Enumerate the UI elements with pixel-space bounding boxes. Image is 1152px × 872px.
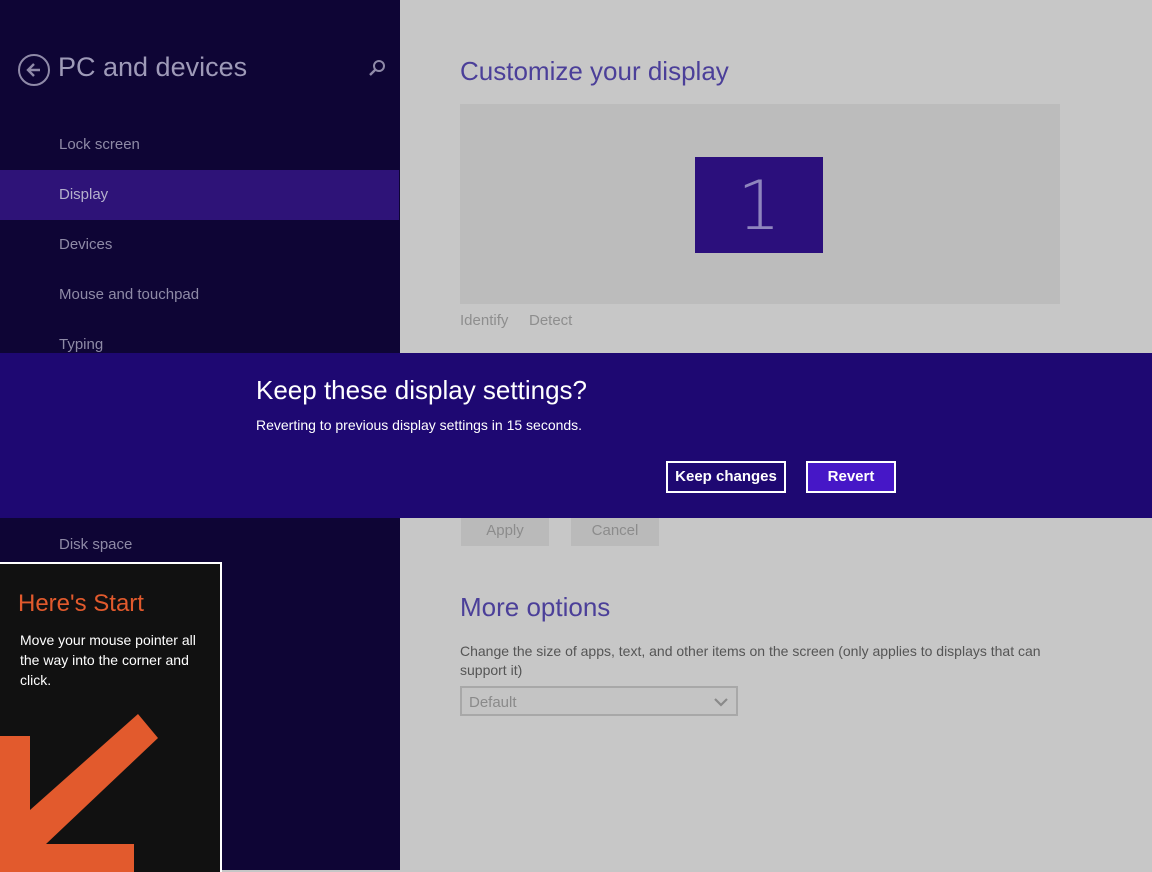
sidebar-item-mouse-and-touchpad[interactable]: Mouse and touchpad bbox=[0, 270, 399, 320]
chevron-down-icon bbox=[714, 698, 728, 707]
size-dropdown[interactable]: Default bbox=[460, 686, 738, 716]
monitor-arrangement-area: 1 bbox=[460, 104, 1060, 304]
apply-button[interactable]: Apply bbox=[461, 516, 549, 546]
sidebar-item-devices[interactable]: Devices bbox=[0, 220, 399, 270]
pane-title: PC and devices bbox=[58, 52, 248, 82]
detect-link[interactable]: Detect bbox=[529, 312, 572, 329]
keep-changes-button[interactable]: Keep changes bbox=[666, 461, 786, 493]
keep-settings-dialog: Keep these display settings? Reverting t… bbox=[0, 353, 1152, 518]
search-icon bbox=[369, 60, 385, 76]
sidebar-item-label: Lock screen bbox=[59, 136, 140, 153]
sidebar-item-label: Disk space bbox=[59, 536, 133, 553]
back-button[interactable] bbox=[18, 54, 50, 86]
sidebar-item-label: Typing bbox=[59, 336, 104, 353]
dialog-title: Keep these display settings? bbox=[256, 375, 587, 405]
size-dropdown-value: Default bbox=[469, 694, 517, 711]
page-title: Customize your display bbox=[460, 56, 729, 86]
sidebar-item-lock-screen[interactable]: Lock screen bbox=[0, 120, 399, 170]
more-options-heading: More options bbox=[460, 592, 611, 622]
sidebar-item-display[interactable]: Display bbox=[0, 170, 399, 220]
revert-button[interactable]: Revert bbox=[806, 461, 896, 493]
corner-arrow-icon bbox=[0, 714, 158, 872]
start-tip-panel: Here's Start Move your mouse pointer all… bbox=[0, 562, 222, 872]
dialog-message: Reverting to previous display settings i… bbox=[256, 417, 583, 433]
identify-link[interactable]: Identify bbox=[460, 312, 508, 329]
monitor-tile[interactable]: 1 bbox=[695, 157, 823, 253]
scaling-description: Change the size of apps, text, and other… bbox=[460, 643, 1041, 678]
tip-text: Move your mouse pointer all the way into… bbox=[20, 632, 196, 688]
search-button[interactable] bbox=[366, 58, 388, 80]
sidebar-item-label: Mouse and touchpad bbox=[59, 286, 200, 303]
cancel-button[interactable]: Cancel bbox=[571, 516, 659, 546]
back-arrow-icon bbox=[26, 63, 40, 77]
sidebar-item-label: Display bbox=[59, 186, 109, 203]
monitor-number: 1 bbox=[737, 167, 781, 246]
pane-header: PC and devices bbox=[18, 52, 388, 90]
sidebar-item-label: Devices bbox=[59, 236, 113, 253]
tip-title: Here's Start bbox=[18, 590, 144, 617]
